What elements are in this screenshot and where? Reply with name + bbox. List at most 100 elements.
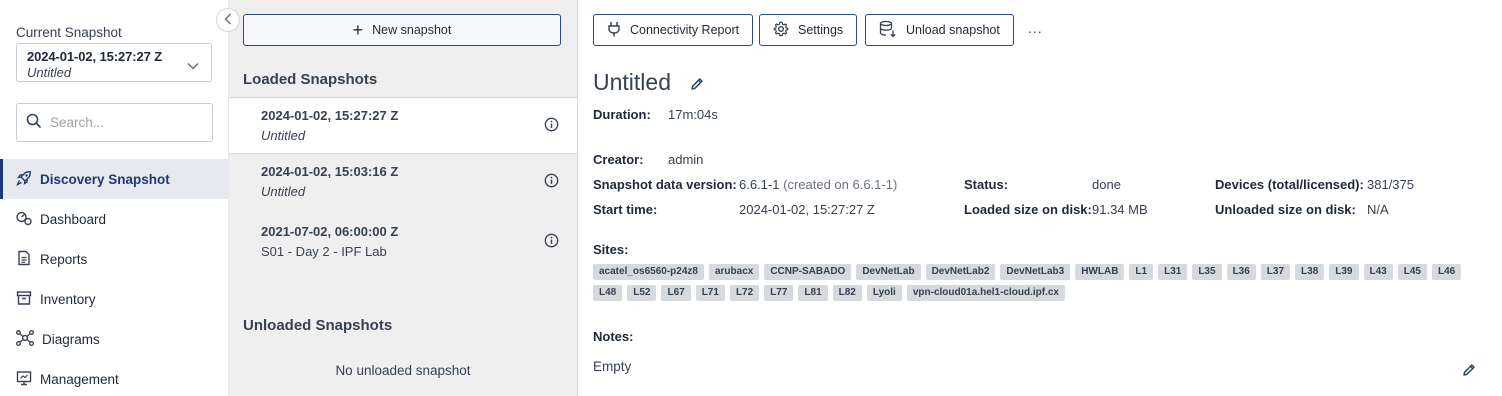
unloaded-size-label: Unloaded size on disk: — [1215, 202, 1356, 217]
snapshot-name: Untitled — [261, 184, 306, 199]
new-snapshot-label: New snapshot — [372, 23, 452, 37]
nav-item-dashboard[interactable]: Dashboard — [0, 199, 228, 239]
unload-snapshot-button[interactable]: Unload snapshot — [865, 14, 1014, 46]
snapshot-date: 2021-07-02, 06:00:00 Z — [261, 224, 399, 239]
nav-label: Reports — [40, 251, 88, 267]
nav-label: Diagrams — [42, 331, 100, 347]
site-tag: L48 — [593, 285, 623, 301]
dashboard-icon — [16, 210, 40, 229]
chevron-left-icon — [224, 12, 232, 28]
site-tag: L81 — [798, 285, 828, 301]
sites-label: Sites: — [593, 242, 629, 257]
plug-icon — [607, 21, 630, 40]
unloaded-snapshots-title: Unloaded Snapshots — [243, 317, 393, 334]
search-box[interactable] — [16, 103, 213, 142]
snapshot-item[interactable]: 2024-01-02, 15:27:27 Z Untitled — [229, 97, 577, 154]
connectivity-report-label: Connectivity Report — [630, 23, 740, 37]
info-icon[interactable] — [544, 117, 559, 135]
snapshot-name: Untitled — [261, 128, 306, 143]
loaded-size-value: 91.34 MB — [1092, 202, 1148, 217]
creator-label: Creator: — [593, 152, 644, 167]
loaded-snapshots-list: 2024-01-02, 15:27:27 Z Untitled 2024-01-… — [229, 97, 577, 274]
collapse-sidebar-button[interactable] — [216, 8, 240, 32]
edit-notes-icon[interactable] — [1462, 363, 1476, 380]
site-tag: L52 — [627, 285, 657, 301]
duration-value: 17m:04s — [668, 107, 718, 122]
snapshot-detail: Connectivity Report Settings Unload snap… — [578, 0, 1502, 396]
snapshot-item[interactable]: 2024-01-02, 15:03:16 Z Untitled — [229, 154, 577, 214]
snapshot-item[interactable]: 2021-07-02, 06:00:00 Z S01 - Day 2 - IPF… — [229, 214, 577, 274]
site-tag: L37 — [1260, 264, 1291, 280]
search-input[interactable] — [50, 115, 200, 130]
version-number: 6.6.1-1 — [739, 177, 780, 192]
report-icon — [16, 250, 40, 269]
nav-label: Inventory — [40, 291, 96, 307]
devices-value: 381/375 — [1367, 177, 1414, 192]
connectivity-report-button[interactable]: Connectivity Report — [593, 14, 754, 46]
edit-title-icon[interactable] — [690, 77, 704, 94]
site-tag: acatel_os6560-p24z8 — [593, 264, 704, 280]
version-label: Snapshot data version: — [593, 177, 737, 192]
site-tag: L1 — [1129, 264, 1154, 280]
start-time-value: 2024-01-02, 15:27:27 Z — [739, 202, 875, 217]
snapshots-panel: + New snapshot Loaded Snapshots 2024-01-… — [229, 0, 578, 396]
nav-item-reports[interactable]: Reports — [0, 239, 228, 279]
site-tag: Lyoli — [866, 285, 902, 301]
nav-label: Management — [40, 371, 119, 387]
version-created: (created on 6.6.1-1) — [783, 177, 898, 192]
start-time-label: Start time: — [593, 202, 658, 217]
site-tag: L36 — [1226, 264, 1256, 280]
plus-icon: + — [352, 20, 364, 40]
nav-item-diagrams[interactable]: Diagrams — [0, 319, 228, 359]
more-options-button[interactable]: ... — [1028, 20, 1043, 36]
info-icon[interactable] — [544, 233, 559, 251]
site-tag: DevNetLab3 — [1000, 264, 1071, 280]
site-tag: L43 — [1363, 264, 1393, 280]
site-tag: L77 — [764, 285, 794, 301]
site-tag: vpn-cloud01a.hel1-cloud.ipf.cx — [906, 285, 1065, 301]
site-tag: DevNetLab2 — [925, 264, 996, 280]
database-unload-icon — [879, 20, 906, 41]
notes-label: Notes: — [593, 329, 634, 344]
loaded-snapshots-title: Loaded Snapshots — [243, 71, 378, 88]
site-tag: L71 — [695, 285, 725, 301]
site-tag: L38 — [1295, 264, 1325, 280]
nav-item-inventory[interactable]: Inventory — [0, 279, 228, 319]
unload-snapshot-label: Unload snapshot — [906, 23, 1000, 37]
site-tag: L46 — [1431, 264, 1462, 280]
snapshot-name: S01 - Day 2 - IPF Lab — [261, 244, 387, 259]
site-tag: HWLAB — [1075, 264, 1125, 280]
nav-item-discovery-snapshot[interactable]: Discovery Snapshot — [0, 159, 228, 199]
site-tag: L72 — [729, 285, 760, 301]
site-tag: arubacx — [708, 264, 760, 280]
new-snapshot-button[interactable]: + New snapshot — [243, 14, 561, 46]
nav-label: Discovery Snapshot — [40, 171, 170, 187]
chevron-down-icon — [187, 58, 199, 73]
snapshot-date: 2024-01-02, 15:27:27 Z — [261, 108, 399, 123]
gear-icon — [773, 21, 798, 40]
creator-value: admin — [668, 152, 704, 167]
snapshot-date: 2024-01-02, 15:03:16 Z — [261, 164, 399, 179]
management-icon — [16, 370, 40, 389]
current-snapshot-select[interactable]: 2024-01-02, 15:27:27 Z Untitled — [16, 43, 212, 82]
site-tag: L35 — [1192, 264, 1222, 280]
sidebar: Current Snapshot 2024-01-02, 15:27:27 Z … — [0, 0, 229, 396]
status-label: Status: — [964, 177, 1009, 192]
site-tags: acatel_os6560-p24z8 arubacx CCNP-SABADO Dev… — [593, 264, 1488, 301]
search-icon — [26, 113, 42, 132]
devices-label: Devices (total/licensed): — [1215, 177, 1364, 192]
site-tag: L67 — [661, 285, 691, 301]
snapshot-title: Untitled — [593, 69, 671, 95]
current-snapshot-label: Current Snapshot — [16, 25, 122, 40]
loaded-size-label: Loaded size on disk: — [964, 202, 1092, 217]
inventory-icon — [16, 290, 40, 309]
info-icon[interactable] — [544, 173, 559, 191]
notes-value: Empty — [593, 359, 632, 374]
diagram-icon — [16, 329, 42, 349]
nav-item-management[interactable]: Management — [0, 359, 228, 396]
settings-button[interactable]: Settings — [759, 14, 858, 46]
unloaded-empty-text: No unloaded snapshot — [335, 363, 471, 378]
site-tag: DevNetLab — [856, 264, 921, 280]
main-nav: Discovery Snapshot Dashboard Reports Inv… — [0, 159, 228, 396]
site-tag: CCNP-SABADO — [764, 264, 852, 280]
